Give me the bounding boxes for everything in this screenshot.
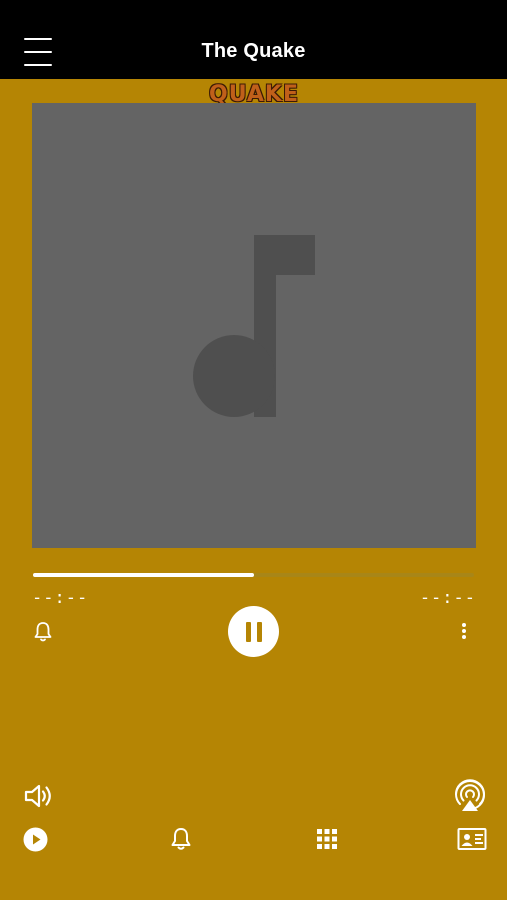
app-header: The Quake	[0, 0, 507, 79]
volume-button[interactable]	[22, 780, 56, 812]
more-options-button[interactable]	[456, 620, 472, 642]
volume-icon	[24, 784, 51, 808]
music-note-icon	[193, 235, 315, 417]
remaining-time: --:--	[419, 588, 476, 608]
album-artwork	[32, 103, 476, 548]
play-circle-icon	[23, 827, 47, 851]
page-title: The Quake	[201, 40, 306, 62]
nav-grid-button[interactable]	[316, 828, 338, 850]
menu-icon-line	[24, 64, 52, 66]
bell-icon	[34, 622, 52, 642]
pause-icon	[245, 621, 262, 642]
airplay-icon	[455, 779, 485, 811]
nav-alarm-button[interactable]	[169, 826, 193, 852]
bell-icon	[171, 828, 191, 850]
pause-button[interactable]	[228, 606, 279, 657]
grid-icon	[317, 829, 337, 849]
airplay-button[interactable]	[452, 778, 488, 814]
nav-play-button[interactable]	[22, 826, 48, 852]
alarm-button[interactable]	[32, 620, 54, 644]
nav-contact-button[interactable]	[456, 826, 488, 852]
more-vertical-icon	[462, 623, 466, 639]
progress-bar[interactable]	[33, 573, 474, 577]
progress-bar-fill	[33, 573, 254, 577]
elapsed-time: --:--	[32, 588, 89, 608]
contact-card-icon	[457, 828, 487, 850]
